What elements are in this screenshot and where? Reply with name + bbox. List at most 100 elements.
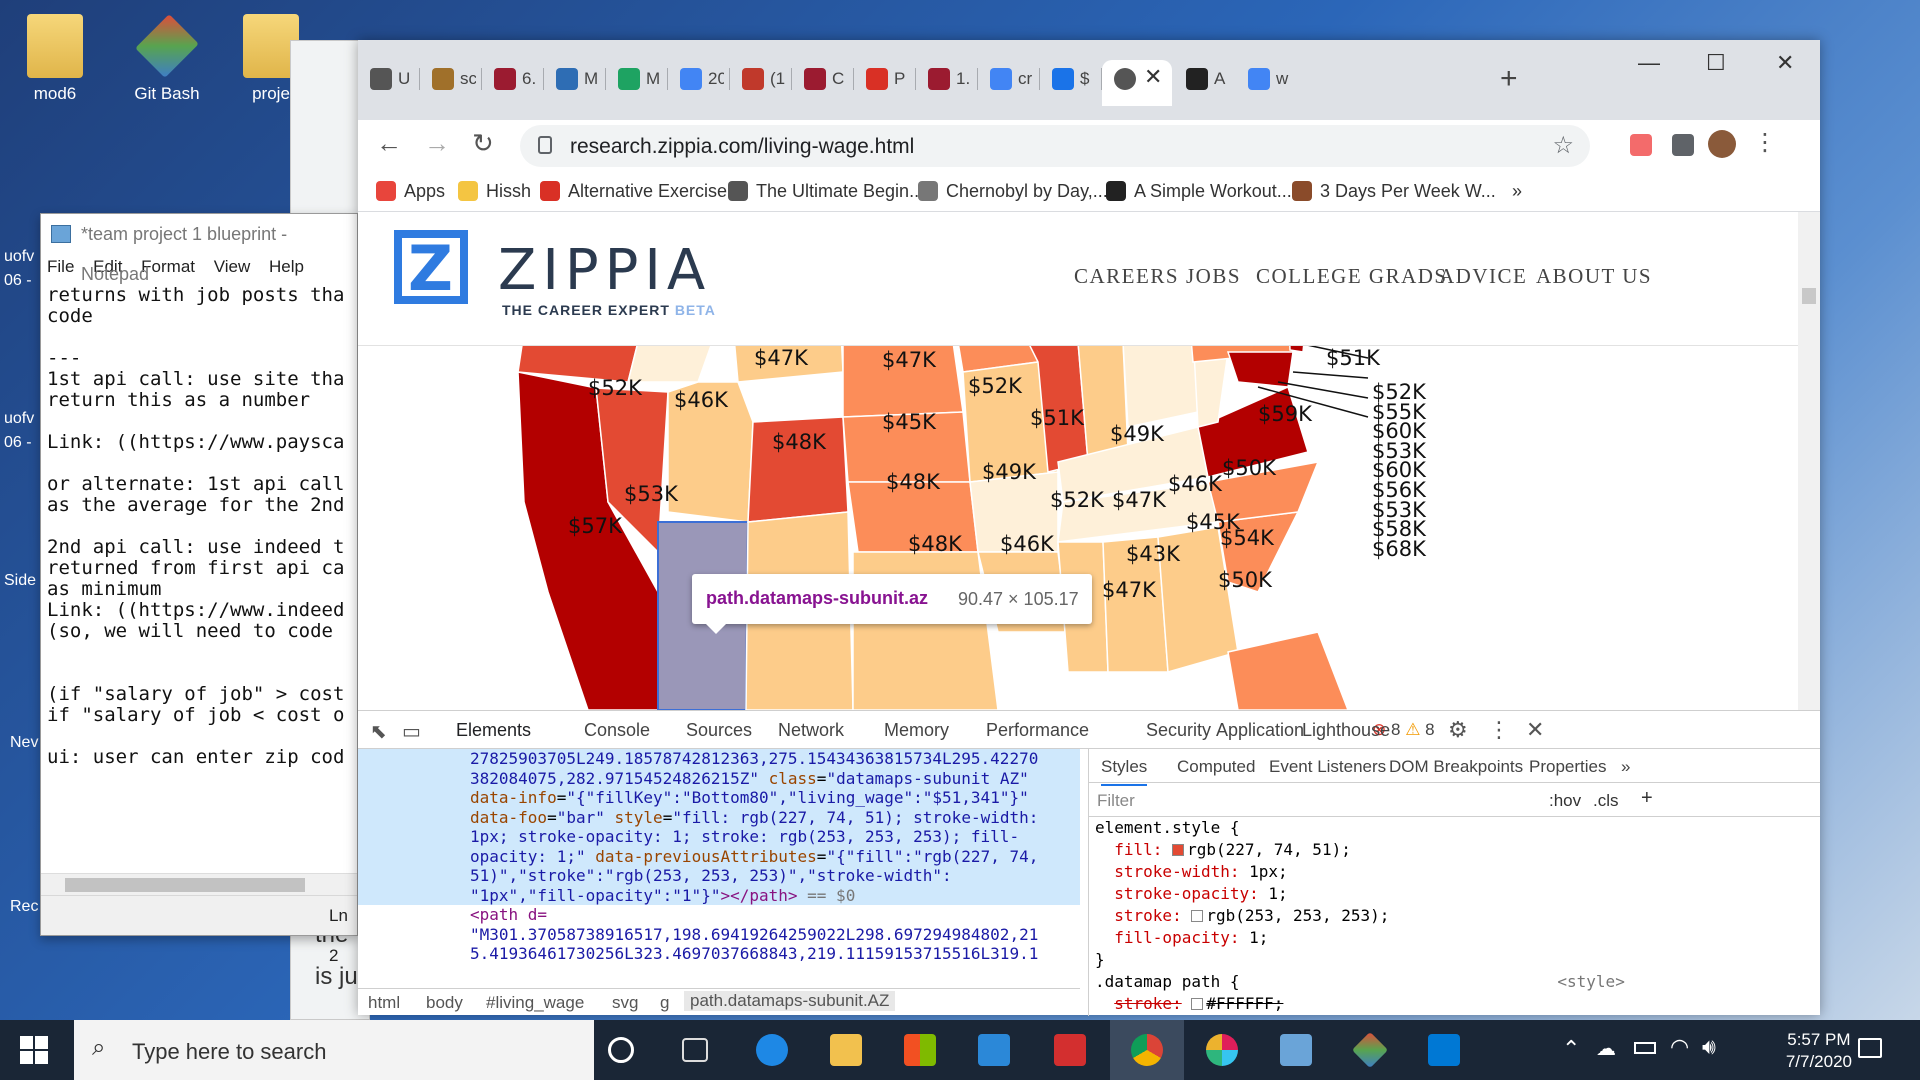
back-button[interactable]: ← — [376, 128, 402, 159]
close-devtools-icon[interactable]: ✕ — [1526, 717, 1544, 743]
edge-icon[interactable] — [756, 1034, 788, 1066]
scrollbar-thumb[interactable] — [1802, 288, 1816, 304]
bookmark-item[interactable]: The Ultimate Begin... — [728, 181, 924, 202]
styles-filter[interactable]: Filter :hov .cls + — [1089, 783, 1820, 817]
browser-tab[interactable]: w — [1236, 60, 1298, 97]
nav-about-us[interactable]: ABOUT US — [1536, 264, 1652, 289]
hov-toggle[interactable]: :hov — [1549, 791, 1581, 811]
menu-format[interactable]: Format — [141, 257, 195, 276]
search-placeholder[interactable]: Type here to search — [132, 1039, 326, 1065]
browser-tab[interactable]: M — [606, 60, 668, 97]
notifications-icon[interactable] — [1858, 1038, 1882, 1058]
menu-view[interactable]: View — [214, 257, 251, 276]
extensions-puzzle-icon[interactable] — [1672, 134, 1694, 156]
chrome-window[interactable]: + — ☐ ✕ Usc 6. M M 20 (1 C P 1. cr $ ✕ Aw ← → ↻ rese… — [358, 40, 1820, 1016]
system-clock[interactable]: 5:57 PM 7/7/2020 — [1786, 1029, 1852, 1073]
devtools-tab-security[interactable]: Security — [1146, 720, 1211, 741]
menu-kebab-icon[interactable]: ⋮ — [1753, 128, 1777, 157]
page-scrollbar[interactable] — [1798, 212, 1820, 710]
color-swatch[interactable] — [1191, 998, 1204, 1010]
devtools-tab-network[interactable]: Network — [778, 720, 844, 741]
start-button[interactable] — [20, 1036, 48, 1064]
notepad-horizontal-scrollbar[interactable] — [41, 873, 357, 895]
color-swatch[interactable] — [1191, 910, 1204, 922]
browser-tab[interactable]: cr — [978, 60, 1040, 97]
bookmarks-overflow-icon[interactable]: » — [1512, 181, 1522, 202]
reload-button[interactable]: ↻ — [472, 128, 494, 159]
browser-tab[interactable]: sc — [420, 60, 482, 97]
crumb-g[interactable]: g — [660, 993, 669, 1013]
menu-file[interactable]: File — [47, 257, 74, 276]
minimize-button[interactable]: — — [1638, 50, 1660, 76]
notepad-titlebar[interactable]: *team project 1 blueprint - Notepad — [41, 214, 357, 284]
nav-advice[interactable]: ADVICE — [1439, 264, 1527, 289]
maximize-button[interactable]: ☐ — [1706, 50, 1726, 76]
crumb-svg[interactable]: svg — [612, 993, 638, 1013]
bookmark-item[interactable]: 3 Days Per Week W... — [1292, 181, 1496, 202]
onedrive-icon[interactable]: ☁ — [1596, 1036, 1616, 1061]
volume-icon[interactable]: 🔊︎ — [1702, 1034, 1716, 1060]
tray-chevron-icon[interactable]: ⌃ — [1562, 1036, 1580, 1062]
devtools-tab-application[interactable]: Application — [1216, 720, 1304, 741]
scrollbar-thumb[interactable] — [65, 878, 305, 892]
gift-icon[interactable] — [1054, 1034, 1086, 1066]
device-toolbar-icon[interactable]: ▭ — [402, 719, 421, 744]
profile-avatar[interactable] — [1708, 130, 1736, 158]
url-text[interactable]: research.zippia.com/living-wage.html — [570, 135, 914, 159]
bookmark-item[interactable]: Chernobyl by Day,... — [918, 181, 1108, 202]
browser-tab[interactable]: M — [544, 60, 606, 97]
filter-input[interactable]: Filter — [1097, 791, 1135, 811]
close-tab-icon[interactable]: ✕ — [1144, 64, 1162, 90]
browser-tab[interactable]: 6. — [482, 60, 544, 97]
bookmark-item[interactable]: Alternative Exercise... — [540, 181, 742, 202]
more-tabs-icon[interactable]: » — [1621, 757, 1630, 777]
tab-computed[interactable]: Computed — [1177, 757, 1255, 777]
desktop-icon-git-bash[interactable]: Git Bash — [122, 14, 212, 104]
task-view-icon[interactable] — [608, 1037, 634, 1063]
battery-icon[interactable] — [1634, 1042, 1656, 1054]
mail-icon[interactable] — [978, 1034, 1010, 1066]
nav-college-grads[interactable]: COLLEGE GRADS — [1256, 264, 1448, 289]
crumb-living-wage[interactable]: #living_wage — [486, 993, 584, 1013]
address-bar[interactable]: research.zippia.com/living-wage.html ☆ — [520, 125, 1590, 167]
browser-tab[interactable]: (1 — [730, 60, 792, 97]
logo-text[interactable]: ZIPPIA — [498, 238, 711, 303]
devtools-tab-lighthouse[interactable]: Lighthouse — [1302, 720, 1390, 741]
store-icon[interactable] — [904, 1034, 936, 1066]
nav-careers[interactable]: CAREERS — [1074, 264, 1179, 289]
notepad-window[interactable]: *team project 1 blueprint - Notepad File… — [40, 213, 358, 965]
elements-tree[interactable]: 27825903705L249.18578742812363,275.15434… — [358, 749, 1080, 989]
devtools-menu-icon[interactable]: ⋮ — [1488, 717, 1510, 743]
zippia-logo-icon[interactable]: Z — [394, 230, 468, 305]
crumb-html[interactable]: html — [368, 993, 400, 1013]
browser-tab[interactable]: U — [358, 60, 420, 97]
close-window-button[interactable]: ✕ — [1776, 50, 1794, 76]
bookmark-item[interactable]: Hissh — [458, 181, 531, 202]
bookmark-star-icon[interactable]: ☆ — [1552, 131, 1574, 160]
browser-tab[interactable]: $ — [1040, 60, 1102, 97]
tab-styles[interactable]: Styles — [1101, 757, 1148, 786]
browser-tab[interactable]: 20 — [668, 60, 730, 97]
desktop-icon-mod6[interactable]: mod6 — [10, 14, 100, 104]
nav-jobs[interactable]: JOBS — [1186, 264, 1241, 289]
style-rules[interactable]: element.style { fill: rgb(227, 74, 51); … — [1089, 817, 1820, 1015]
active-browser-tab[interactable]: ✕ — [1102, 60, 1172, 106]
wifi-icon[interactable]: ◠ — [1670, 1034, 1689, 1060]
taskbar-search[interactable]: ⌕ Type here to search — [74, 1020, 594, 1080]
devtools-tab-elements[interactable]: Elements — [456, 720, 532, 752]
bookmark-item[interactable]: A Simple Workout... — [1106, 181, 1292, 202]
tab-properties[interactable]: Properties — [1529, 757, 1606, 777]
slack-icon[interactable] — [1206, 1034, 1238, 1066]
add-rule-icon[interactable]: + — [1641, 787, 1653, 810]
new-tab-button[interactable]: + — [1500, 62, 1518, 96]
extension-icon[interactable] — [1630, 134, 1652, 156]
bookmark-item[interactable]: Apps — [376, 181, 445, 202]
forward-button[interactable]: → — [424, 128, 450, 159]
tab-dom-breakpoints[interactable]: DOM Breakpoints — [1389, 757, 1523, 777]
devtools-tab-console[interactable]: Console — [584, 720, 650, 741]
devtools-tab-memory[interactable]: Memory — [884, 720, 949, 741]
settings-gear-icon[interactable]: ⚙ — [1448, 717, 1468, 743]
browser-tab[interactable]: C — [792, 60, 854, 97]
timeline-icon[interactable] — [682, 1038, 708, 1062]
chrome-taskbar-button[interactable] — [1110, 1020, 1184, 1080]
